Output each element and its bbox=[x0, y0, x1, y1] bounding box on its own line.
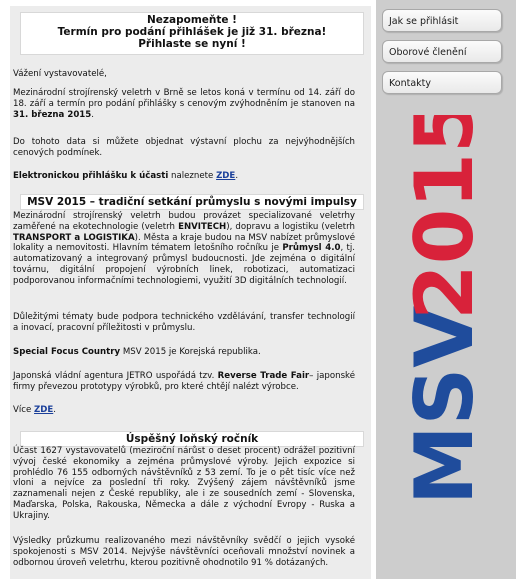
msv2015-paragraph-1: Mezinárodní strojírenský veletrh budou p… bbox=[13, 211, 356, 286]
more-info-paragraph: Více ZDE. bbox=[13, 405, 56, 415]
msv-2015-logo: MSV 2015 bbox=[398, 115, 491, 505]
focus-country-paragraph: Special Focus Country MSV 2015 je Korejs… bbox=[13, 347, 261, 357]
more-info-link[interactable]: ZDE bbox=[34, 405, 53, 415]
application-link-paragraph: Elektronickou přihlášku k účasti nalezne… bbox=[13, 171, 239, 181]
deadline-notice: Nezapomeňte ! Termín pro podání přihláše… bbox=[20, 12, 364, 55]
jetro-paragraph: Japonská vládní agentura JETRO uspořádá … bbox=[13, 371, 356, 392]
section-title-last-year: Úspěšný loňský ročník bbox=[20, 431, 364, 447]
nav-how-to-register[interactable]: Jak se přihlásit bbox=[382, 9, 502, 32]
last-year-paragraph-2: Výsledky průzkumu realizovaného mezi náv… bbox=[13, 536, 355, 568]
deadline-date: 31. března 2015 bbox=[13, 109, 92, 120]
notice-line-1: Nezapomeňte ! bbox=[147, 14, 237, 26]
last-year-paragraph-1: Účast 1627 vystavovatelů (meziroční nárů… bbox=[13, 446, 355, 521]
application-link[interactable]: ZDE bbox=[216, 171, 235, 181]
nav-field-classification[interactable]: Oborové členění bbox=[382, 40, 502, 63]
intro-paragraph-2: Do tohoto data si můžete objednat výstav… bbox=[13, 137, 355, 158]
msv2015-paragraph-2: Důležitými tématy bude podpora technické… bbox=[13, 312, 355, 333]
nav-contacts[interactable]: Kontakty bbox=[382, 71, 502, 94]
notice-line-2: Termín pro podání přihlášek je již 31. b… bbox=[57, 26, 327, 38]
logo-msv-text: MSV bbox=[398, 306, 491, 505]
intro-paragraph: Mezinárodní strojírenský veletrh v Brně … bbox=[13, 88, 355, 120]
section-title-msv2015: MSV 2015 – tradiční setkání průmyslu s n… bbox=[20, 194, 364, 210]
logo-2015-text: 2015 bbox=[398, 115, 491, 320]
greeting: Vážení vystavovatelé, bbox=[13, 69, 107, 79]
notice-line-3: Přihlaste se nyní ! bbox=[138, 38, 246, 50]
